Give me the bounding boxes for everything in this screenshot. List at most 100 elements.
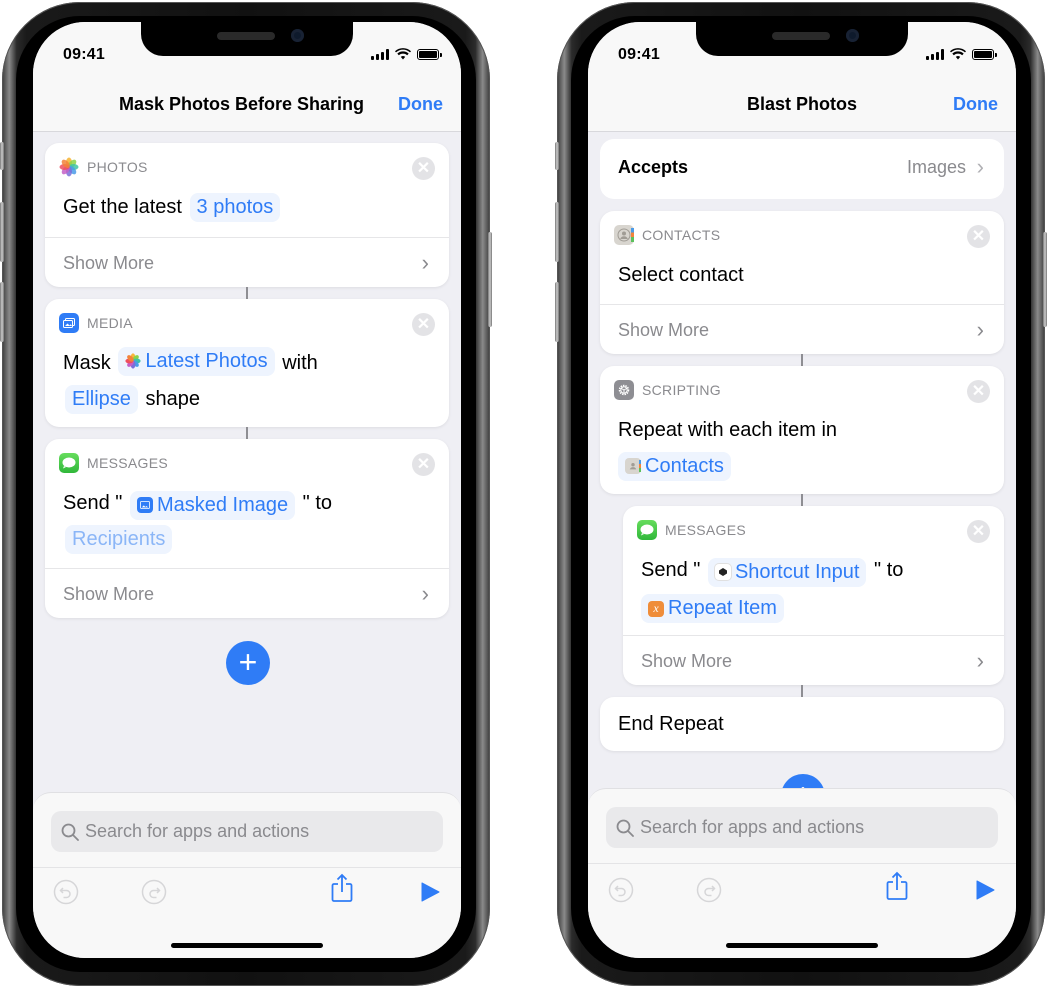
media-icon: [136, 497, 153, 513]
accepts-row[interactable]: Accepts Images ›: [600, 139, 1004, 199]
photo-count-parameter[interactable]: 3 photos: [189, 193, 281, 222]
show-more-row[interactable]: Show More ›: [45, 568, 449, 618]
variable-x-icon: x: [648, 600, 664, 617]
chevron-right-icon: ›: [976, 648, 984, 673]
repeat-item-variable[interactable]: x Repeat Item: [641, 594, 784, 623]
mute-switch: [555, 142, 559, 170]
remove-action-button[interactable]: ✕: [967, 520, 990, 543]
input-image-variable[interactable]: Latest Photos: [118, 346, 275, 376]
action-connector: [801, 494, 803, 506]
action-connector: [246, 427, 248, 439]
bottom-panel: Search for apps and actions: [33, 792, 461, 958]
contacts-icon: [614, 225, 634, 245]
battery-icon: [972, 48, 997, 60]
action-card-repeat-with-each[interactable]: SCRIPTING ✕ Repeat with each item in Con…: [600, 366, 1004, 494]
undo-button[interactable]: [608, 877, 634, 903]
side-button: [1043, 232, 1047, 327]
run-button[interactable]: [972, 877, 998, 903]
shortcut-title: Blast Photos: [746, 94, 857, 114]
message-variable[interactable]: Shortcut Input: [707, 557, 867, 587]
action-card-send-message[interactable]: MESSAGES ✕ Send " Shortcut Input " to x …: [623, 506, 1004, 685]
cellular-signal-icon: [371, 48, 389, 60]
action-card-end-repeat[interactable]: End Repeat: [600, 697, 1004, 751]
action-card-mask-image[interactable]: MEDIA ✕ Mask Latest Photos with Ellipse …: [45, 299, 449, 427]
undo-button[interactable]: [53, 879, 79, 905]
category-label: PHOTOS: [87, 159, 148, 175]
navigation-header: 09:41 Mask Photos Before Sharing Done: [33, 22, 461, 132]
redo-button[interactable]: [696, 877, 722, 903]
recipients-parameter[interactable]: Recipients: [65, 525, 173, 554]
mute-switch: [0, 142, 4, 170]
chevron-right-icon: ›: [421, 250, 429, 275]
screen-right: 09:41 Blast Photos Done Accepts Images ›…: [588, 22, 1016, 958]
search-input[interactable]: Search for apps and actions: [51, 811, 443, 852]
action-card-send-message[interactable]: MESSAGES ✕ Send " Masked Image " to Reci…: [45, 439, 449, 618]
share-button[interactable]: [884, 871, 910, 900]
play-icon: [421, 882, 440, 902]
remove-action-button[interactable]: ✕: [412, 313, 435, 336]
toolbar-divider: [33, 867, 461, 868]
action-card-select-contact[interactable]: CONTACTS ✕ Select contact Show More ›: [600, 211, 1004, 354]
shortcut-input-icon: [714, 564, 731, 580]
wifi-icon: [950, 48, 966, 60]
action-text: Get the latest 3 photos: [63, 189, 282, 225]
redo-button[interactable]: [141, 879, 167, 905]
chevron-right-icon: ›: [976, 317, 984, 342]
category-label: CONTACTS: [642, 227, 721, 243]
status-icons: [926, 48, 997, 60]
remove-action-button[interactable]: ✕: [967, 380, 990, 403]
action-text: Select contact: [618, 264, 744, 286]
scripting-gear-icon: [614, 380, 634, 400]
show-more-row[interactable]: Show More ›: [45, 237, 449, 287]
volume-up-button: [555, 202, 559, 262]
add-action-button[interactable]: +: [226, 641, 270, 685]
redo-icon: [141, 879, 167, 905]
message-variable[interactable]: Masked Image: [129, 490, 296, 520]
phone-frame-right: 09:41 Blast Photos Done Accepts Images ›…: [555, 2, 1047, 986]
action-connector: [246, 287, 248, 299]
share-icon: [886, 871, 908, 900]
redo-icon: [696, 877, 722, 903]
accepts-label: Accepts: [618, 157, 689, 177]
cellular-signal-icon: [926, 48, 944, 60]
search-icon: [61, 823, 79, 841]
volume-up-button: [0, 202, 4, 262]
side-button: [488, 232, 492, 327]
contacts-variable[interactable]: Contacts: [618, 451, 731, 481]
phone-frame-left: 09:41 Mask Photos Before Sharing Done PH…: [0, 2, 492, 986]
remove-action-button[interactable]: ✕: [412, 453, 435, 476]
action-text: Send " Shortcut Input " to x Repeat Item: [641, 552, 1001, 624]
photos-icon: [59, 157, 79, 177]
category-label: SCRIPTING: [642, 382, 721, 398]
undo-icon: [608, 877, 634, 903]
action-connector: [801, 354, 803, 366]
home-indicator: [171, 943, 323, 948]
action-text: End Repeat: [618, 713, 724, 735]
screen-left: 09:41 Mask Photos Before Sharing Done PH…: [33, 22, 461, 958]
mask-shape-parameter[interactable]: Ellipse: [65, 385, 138, 414]
bottom-panel: Search for apps and actions: [588, 788, 1016, 958]
category-label: MESSAGES: [87, 455, 168, 471]
action-connector: [801, 685, 803, 697]
done-button[interactable]: Done: [398, 94, 443, 115]
status-time: 09:41: [63, 46, 105, 63]
search-icon: [616, 819, 634, 837]
show-more-row[interactable]: Show More ›: [600, 304, 1004, 354]
run-button[interactable]: [417, 879, 443, 905]
navigation-header: 09:41 Blast Photos Done: [588, 22, 1016, 132]
notch: [141, 22, 353, 56]
media-icon: [59, 313, 79, 333]
done-button[interactable]: Done: [953, 94, 998, 115]
home-indicator: [726, 943, 878, 948]
action-card-get-latest-photos[interactable]: PHOTOS ✕ Get the latest 3 photos Show Mo…: [45, 143, 449, 287]
remove-action-button[interactable]: ✕: [967, 225, 990, 248]
messages-icon: [637, 520, 657, 540]
share-button[interactable]: [329, 873, 355, 902]
contacts-icon: [625, 458, 641, 474]
category-label: MEDIA: [87, 315, 133, 331]
volume-down-button: [0, 282, 4, 342]
remove-action-button[interactable]: ✕: [412, 157, 435, 180]
search-input[interactable]: Search for apps and actions: [606, 807, 998, 848]
messages-icon: [59, 453, 79, 473]
show-more-row[interactable]: Show More ›: [623, 635, 1004, 685]
